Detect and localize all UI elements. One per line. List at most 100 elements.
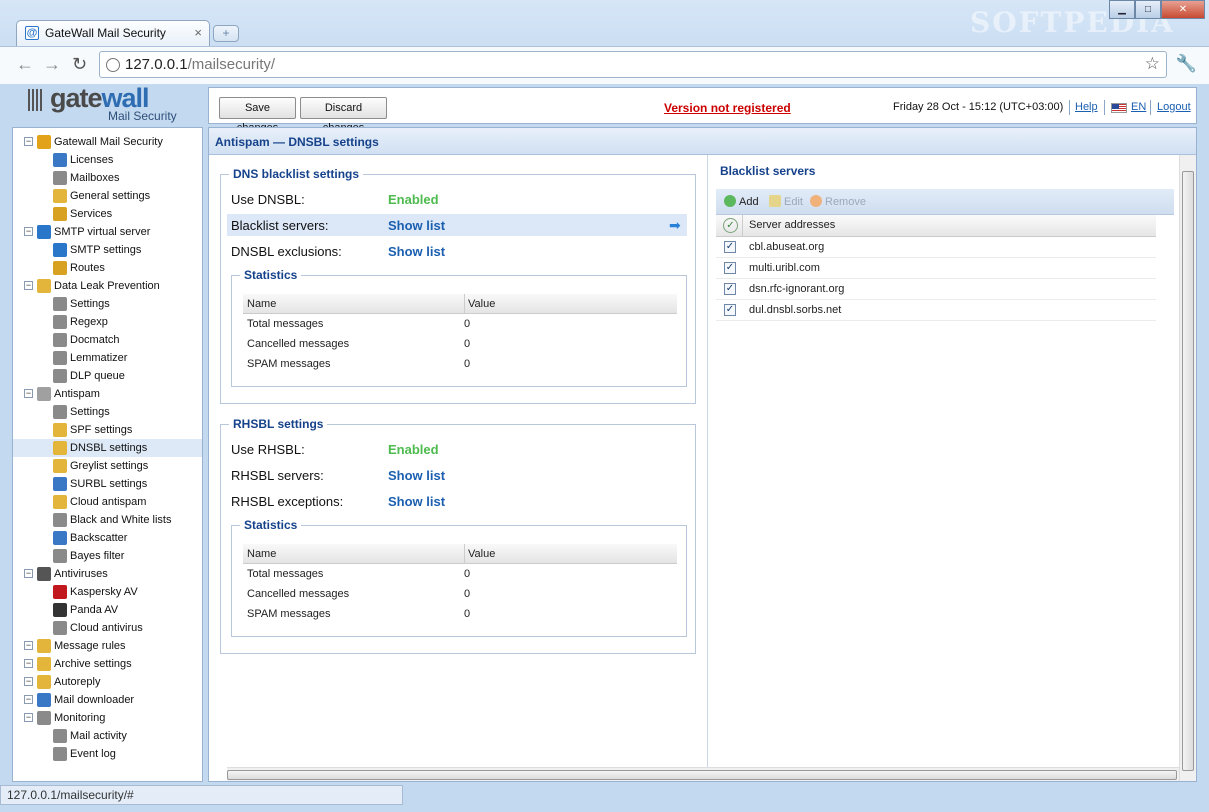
server-addresses-column[interactable]: Server addresses [749, 219, 835, 231]
add-button[interactable]: Add [724, 195, 759, 208]
tree-item[interactable]: DNSBL settings [13, 439, 202, 457]
reload-icon[interactable]: ↻ [72, 54, 87, 75]
rhsbl-exceptions-link[interactable]: Show list [388, 494, 445, 509]
stat-value: 0 [464, 338, 471, 350]
tree-item[interactable]: DLP queue [13, 367, 202, 385]
tree-item[interactable]: Routes [13, 259, 202, 277]
tree-item[interactable]: − Mail downloader [13, 691, 202, 709]
tree-item[interactable]: Bayes filter [13, 547, 202, 565]
tree-item[interactable]: Licenses [13, 151, 202, 169]
row-checkbox[interactable]: ✓ [724, 304, 736, 316]
tree-item-label: Routes [70, 262, 105, 274]
table-row[interactable]: ✓ multi.uribl.com [716, 258, 1156, 279]
use-rhsbl-value[interactable]: Enabled [388, 442, 439, 457]
tree-item[interactable]: − Autoreply [13, 673, 202, 691]
discard-changes-button[interactable]: Discard changes [300, 97, 387, 134]
collapse-toggle-icon[interactable]: − [24, 569, 33, 578]
tree-item[interactable]: Services [13, 205, 202, 223]
col-value[interactable]: Value [464, 294, 495, 314]
browser-tab[interactable]: @ GateWall Mail Security × [16, 20, 210, 46]
tree-item[interactable]: − Antispam [13, 385, 202, 403]
remove-button[interactable]: Remove [810, 195, 866, 208]
tree-item[interactable]: Settings [13, 403, 202, 421]
collapse-toggle-icon[interactable]: − [24, 713, 33, 722]
tree-item[interactable]: Mailboxes [13, 169, 202, 187]
tree-item[interactable]: Kaspersky AV [13, 583, 202, 601]
tree-item[interactable]: Mail activity [13, 727, 202, 745]
forward-icon[interactable]: → [43, 54, 61, 75]
horizontal-scrollbar[interactable] [227, 767, 1179, 781]
tree-item[interactable]: Panda AV [13, 601, 202, 619]
scrollbar-thumb[interactable] [1182, 171, 1194, 771]
save-changes-button[interactable]: Save changes [219, 97, 296, 134]
tree-item[interactable]: Backscatter [13, 529, 202, 547]
tree-node-icon [53, 333, 67, 347]
scrollbar-thumb[interactable] [227, 770, 1177, 780]
arrow-right-icon[interactable]: ➡ [669, 218, 683, 232]
logout-link[interactable]: Logout [1157, 101, 1191, 113]
help-link[interactable]: Help [1075, 101, 1098, 113]
tree-item[interactable]: Event log [13, 745, 202, 763]
tree-item[interactable]: Cloud antivirus [13, 619, 202, 637]
vertical-scrollbar[interactable] [1179, 155, 1196, 781]
row-checkbox[interactable]: ✓ [724, 262, 736, 274]
tree-item[interactable]: Cloud antispam [13, 493, 202, 511]
table-row[interactable]: ✓ cbl.abuseat.org [716, 237, 1156, 258]
rhsbl-servers-link[interactable]: Show list [388, 468, 445, 483]
dnsbl-exclusions-link[interactable]: Show list [388, 244, 445, 259]
tree-item[interactable]: − SMTP virtual server [13, 223, 202, 241]
select-all-check-icon[interactable]: ✓ [723, 218, 738, 233]
collapse-toggle-icon[interactable]: − [24, 227, 33, 236]
tree-item[interactable]: Lemmatizer [13, 349, 202, 367]
tree-item[interactable]: SMTP settings [13, 241, 202, 259]
bookmark-star-icon[interactable]: ☆ [1145, 54, 1160, 74]
tree-item[interactable]: − Data Leak Prevention [13, 277, 202, 295]
tree-item[interactable]: Black and White lists [13, 511, 202, 529]
tree-item[interactable]: − Message rules [13, 637, 202, 655]
tree-item[interactable]: − Gatewall Mail Security [13, 133, 202, 151]
tree-item[interactable]: Settings [13, 295, 202, 313]
close-tab-icon[interactable]: × [194, 25, 202, 40]
tree-item[interactable]: − Antiviruses [13, 565, 202, 583]
col-name[interactable]: Name [247, 298, 276, 310]
table-row[interactable]: ✓ dul.dnsbl.sorbs.net [716, 300, 1156, 321]
collapse-toggle-icon[interactable]: − [24, 137, 33, 146]
wrench-icon[interactable]: 🔧 [1176, 54, 1197, 74]
tree-node-icon [37, 567, 51, 581]
maximize-icon[interactable]: □ [1135, 0, 1161, 19]
collapse-toggle-icon[interactable]: − [24, 389, 33, 398]
row-checkbox[interactable]: ✓ [724, 283, 736, 295]
tree-item[interactable]: − Monitoring [13, 709, 202, 727]
tree-item[interactable]: − Archive settings [13, 655, 202, 673]
divider [1150, 100, 1151, 115]
tree-item[interactable]: General settings [13, 187, 202, 205]
language-link[interactable]: EN [1131, 101, 1146, 113]
collapse-toggle-icon[interactable]: − [24, 677, 33, 686]
collapse-toggle-icon[interactable]: − [24, 695, 33, 704]
dns-blacklist-legend: DNS blacklist settings [229, 167, 364, 181]
version-warning-link[interactable]: Version not registered [664, 101, 791, 115]
col-value[interactable]: Value [464, 544, 495, 564]
collapse-toggle-icon[interactable]: − [24, 281, 33, 290]
collapse-toggle-icon[interactable]: − [24, 659, 33, 668]
row-checkbox[interactable]: ✓ [724, 241, 736, 253]
globe-icon [106, 58, 120, 72]
use-dnsbl-value[interactable]: Enabled [388, 192, 439, 207]
minimize-icon[interactable]: ▁ [1109, 0, 1135, 19]
tree-node-icon [53, 153, 67, 167]
tree-item[interactable]: SPF settings [13, 421, 202, 439]
tree-item[interactable]: Regexp [13, 313, 202, 331]
tree-item[interactable]: Docmatch [13, 331, 202, 349]
tree-item-label: Kaspersky AV [70, 586, 138, 598]
blacklist-servers-link[interactable]: Show list [388, 218, 445, 233]
tree-item[interactable]: Greylist settings [13, 457, 202, 475]
new-tab-button[interactable]: + [213, 25, 239, 42]
address-bar[interactable]: 127.0.0.1/mailsecurity/ ☆ [99, 51, 1167, 78]
edit-button[interactable]: Edit [769, 195, 803, 208]
close-window-icon[interactable]: ✕ [1161, 0, 1205, 19]
tree-item[interactable]: SURBL settings [13, 475, 202, 493]
table-row[interactable]: ✓ dsn.rfc-ignorant.org [716, 279, 1156, 300]
col-name[interactable]: Name [247, 548, 276, 560]
back-icon[interactable]: ← [16, 54, 34, 75]
collapse-toggle-icon[interactable]: − [24, 641, 33, 650]
